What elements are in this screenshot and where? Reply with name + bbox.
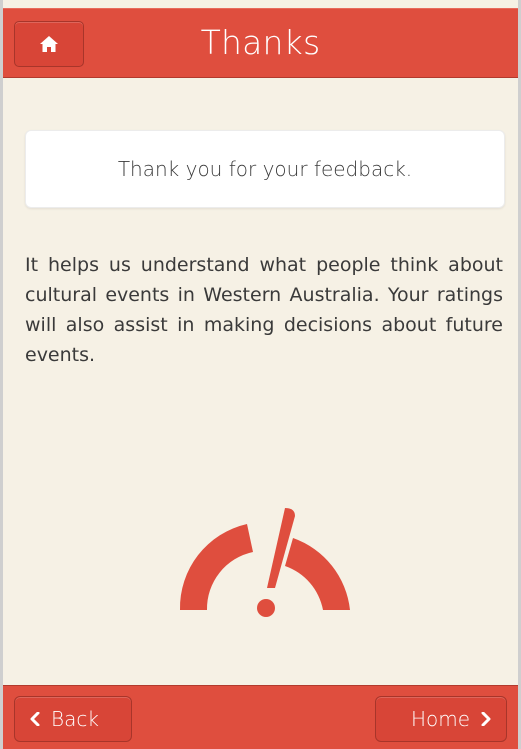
back-button[interactable]: Back [14, 696, 132, 742]
gauge-exclamation-logo [177, 500, 353, 622]
page-title: Thanks [200, 23, 321, 62]
feedback-explanation: It helps us understand what people think… [25, 254, 503, 366]
thank-you-card: Thank you for your feedback. [25, 130, 505, 208]
footer-bar: Back Home [3, 685, 518, 749]
chevron-left-icon [29, 712, 41, 726]
home-button[interactable]: Home [375, 696, 507, 742]
thank-you-message: Thank you for your feedback. [117, 157, 413, 181]
home-button-label: Home [410, 707, 470, 731]
back-button-label: Back [51, 707, 99, 731]
chevron-right-icon [480, 712, 492, 726]
header-bar: Thanks [3, 8, 518, 78]
thanks-screen: Thanks Thank you for your feedback. It h… [0, 0, 521, 749]
